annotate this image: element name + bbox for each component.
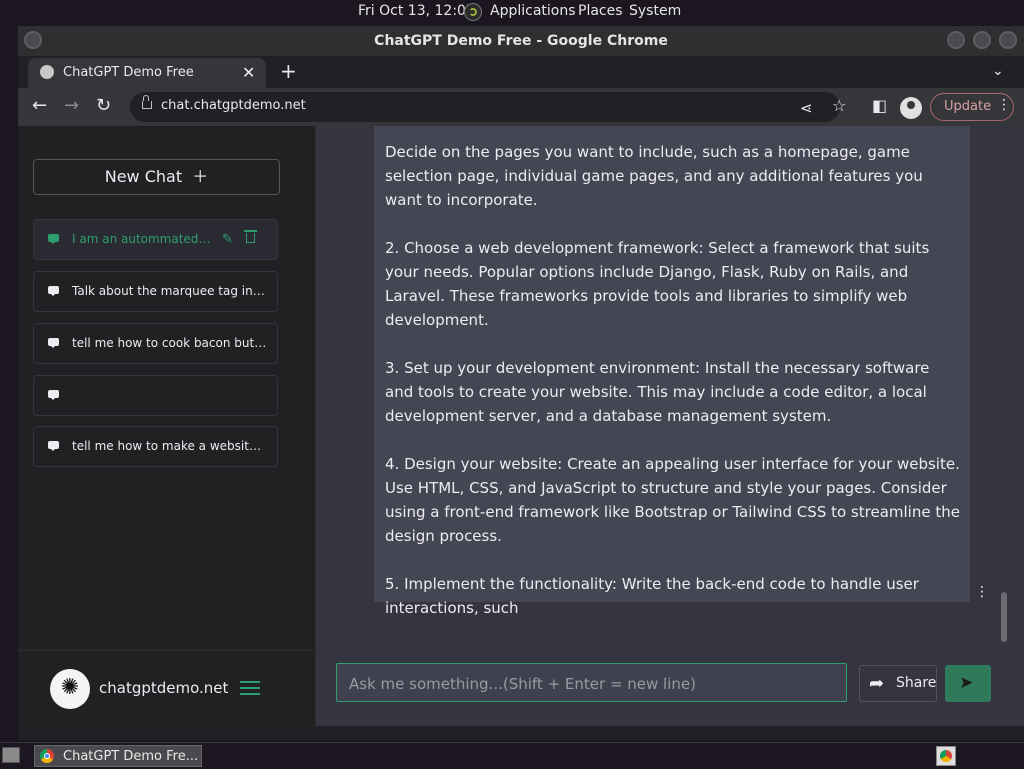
taskbar-chrome-window[interactable]: ChatGPT Demo Fre...: [34, 745, 202, 767]
update-button[interactable]: Update ⋮: [930, 93, 1014, 121]
tray-chrome-icon[interactable]: [936, 746, 956, 766]
chat-history-item[interactable]: [33, 375, 278, 416]
send-button[interactable]: ➤: [945, 665, 991, 702]
show-desktop-icon[interactable]: [2, 747, 20, 763]
share-label: Share: [896, 675, 937, 691]
address-bar[interactable]: chat.chatgptdemo.net: [130, 92, 840, 122]
back-arrow-icon[interactable]: ←: [32, 96, 47, 116]
taskbar-task-label: ChatGPT Demo Fre...: [63, 749, 199, 764]
chat-bubble-icon: [48, 234, 59, 244]
desktop-top-panel: Fri Oct 13, 12:07 Applications Places Sy…: [0, 0, 1024, 24]
new-chat-button[interactable]: New Chat ＋: [33, 159, 280, 195]
message-options-icon[interactable]: ⋮: [975, 584, 989, 600]
update-label: Update: [944, 99, 992, 114]
chat-input[interactable]: [347, 673, 831, 695]
chat-history-item[interactable]: tell me how to cook bacon but write it a…: [33, 323, 278, 364]
tab-chatgpt-demo[interactable]: ChatGPT Demo Free ✕: [28, 58, 266, 88]
scrollbar-thumb[interactable]: [1001, 592, 1007, 642]
chat-sidebar: New Chat ＋ I am an autommated script ✎ T…: [18, 126, 316, 727]
maximize-icon[interactable]: [973, 31, 991, 49]
window-title: ChatGPT Demo Free - Google Chrome: [374, 33, 668, 49]
forward-arrow-icon[interactable]: →: [64, 96, 79, 116]
assistant-message-text: Decide on the pages you want to include,…: [385, 143, 960, 617]
reload-icon[interactable]: ↻: [96, 96, 111, 116]
bottom-taskbar: ChatGPT Demo Fre...: [0, 742, 1024, 769]
chat-history-item[interactable]: Talk about the marquee tag in great deta…: [33, 271, 278, 312]
side-panel-icon[interactable]: ◧: [872, 96, 887, 116]
edit-pencil-icon[interactable]: ✎: [222, 232, 233, 247]
send-plane-icon: ➤: [959, 673, 974, 693]
tab-title: ChatGPT Demo Free: [63, 65, 194, 80]
minimize-icon[interactable]: [947, 31, 965, 49]
share-button[interactable]: ➦ Share: [859, 665, 937, 702]
profile-avatar-icon[interactable]: [900, 97, 922, 119]
share-page-icon[interactable]: ⋖: [800, 98, 813, 118]
new-tab-icon[interactable]: +: [280, 59, 297, 83]
tab-strip: ChatGPT Demo Free ✕: [18, 56, 1024, 88]
menu-system[interactable]: System: [629, 3, 681, 19]
trash-icon[interactable]: [244, 230, 257, 243]
chat-main: Decide on the pages you want to include,…: [316, 126, 1024, 726]
window-titlebar[interactable]: ChatGPT Demo Free - Google Chrome: [18, 26, 1024, 56]
menu-applications[interactable]: Applications: [490, 3, 576, 19]
site-logo-icon[interactable]: [50, 669, 90, 709]
url-text[interactable]: chat.chatgptdemo.net: [161, 98, 306, 113]
plus-icon: ＋: [187, 167, 209, 186]
tab-search-chevron-icon[interactable]: ⌄: [992, 63, 1004, 79]
chat-history-title: tell me how to cook bacon but write it a…: [72, 336, 268, 350]
chat-history-title: tell me how to make a website but in ste…: [72, 439, 268, 453]
chat-history-item[interactable]: I am an autommated script ✎: [33, 219, 278, 260]
distro-logo-icon[interactable]: [464, 3, 482, 21]
chrome-icon: [40, 749, 54, 763]
assistant-message: Decide on the pages you want to include,…: [374, 126, 970, 617]
browser-toolbar: ← → ↻ chat.chatgptdemo.net ⋖ ☆ ◧ Update …: [18, 88, 1024, 126]
chat-history-title: I am an autommated script: [72, 232, 214, 246]
chat-bubble-icon: [48, 441, 59, 451]
chat-bubble-icon: [48, 286, 59, 296]
hamburger-menu-icon[interactable]: [240, 681, 260, 695]
chrome-menu-icon[interactable]: ⋮: [997, 97, 1011, 113]
chat-input-box[interactable]: [336, 663, 847, 702]
lock-icon[interactable]: [142, 95, 152, 109]
close-window-icon[interactable]: [999, 31, 1017, 49]
panel-clock[interactable]: Fri Oct 13, 12:07: [358, 3, 475, 19]
bookmark-star-icon[interactable]: ☆: [832, 96, 846, 116]
chat-history-item[interactable]: tell me how to make a website but in ste…: [33, 426, 278, 467]
chat-history-title: Talk about the marquee tag in great deta…: [72, 284, 268, 298]
globe-icon: [40, 65, 54, 79]
new-chat-label: New Chat: [104, 167, 183, 186]
menu-places[interactable]: Places: [578, 3, 623, 19]
close-tab-icon[interactable]: ✕: [242, 63, 255, 82]
chat-bubble-icon: [48, 338, 59, 348]
sidebar-footer: chatgptdemo.net: [18, 650, 315, 727]
web-page: New Chat ＋ I am an autommated script ✎ T…: [18, 126, 1024, 740]
chat-bubble-icon: [48, 390, 59, 400]
share-arrow-icon: ➦: [869, 673, 885, 694]
brand-name[interactable]: chatgptdemo.net: [99, 679, 228, 697]
